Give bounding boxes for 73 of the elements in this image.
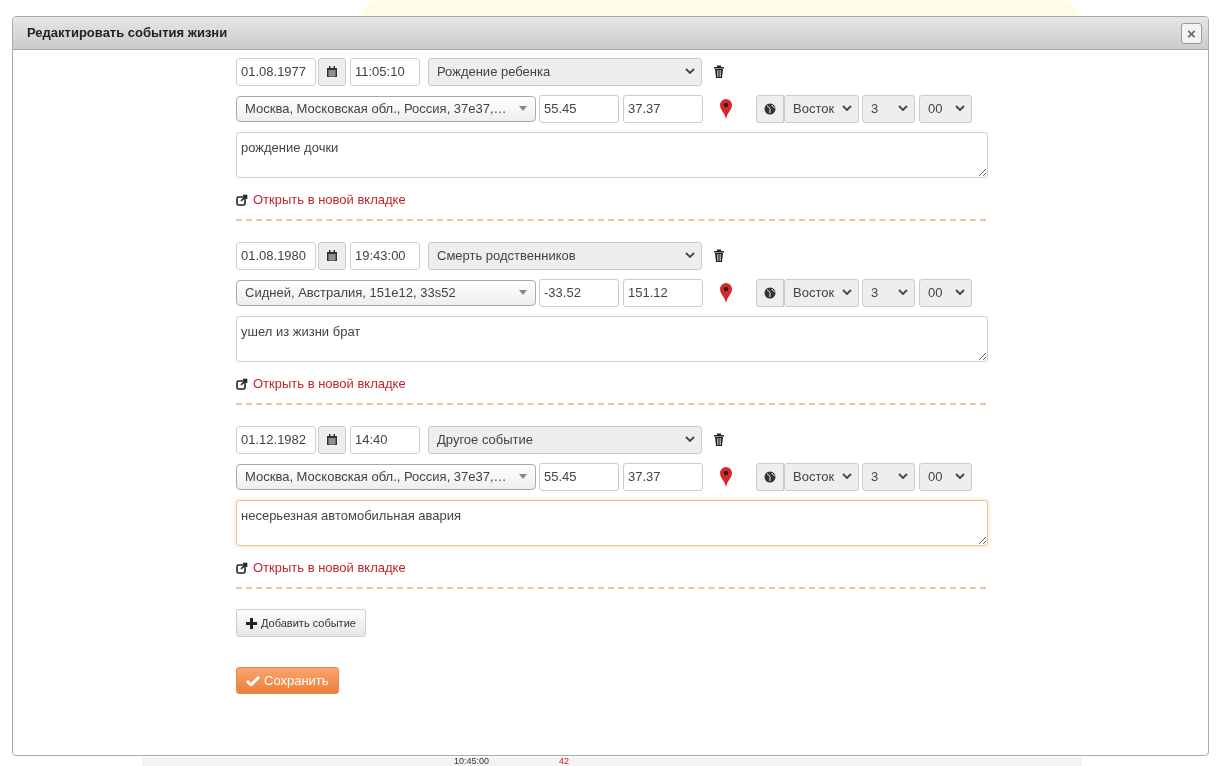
calendar-icon — [326, 65, 338, 78]
caret-icon — [519, 106, 527, 111]
longitude-field[interactable]: 37.37 — [623, 94, 703, 123]
trash-icon — [713, 65, 725, 78]
timezone-direction-select[interactable]: Восток — [784, 94, 859, 123]
trash-icon — [713, 433, 725, 446]
timezone-hours-select[interactable]: 3 — [862, 462, 915, 491]
chevron-down-icon — [955, 473, 965, 480]
timezone-minutes-select[interactable]: 00 — [919, 462, 972, 491]
open-in-new-tab-link[interactable]: Открыть в новой вкладке — [253, 190, 406, 210]
latitude-field[interactable]: 55.45 — [539, 462, 619, 491]
chevron-down-icon — [685, 252, 695, 259]
place-select[interactable]: Москва, Московская обл., Россия, 37e37,… — [236, 463, 536, 490]
time-field[interactable]: 11:05:10 — [350, 57, 420, 86]
timezone-minutes-select[interactable]: 00 — [919, 94, 972, 123]
add-event-button[interactable]: Добавить событие — [236, 609, 366, 637]
date-field[interactable]: 01.12.1982 — [236, 425, 316, 454]
event-type-select[interactable]: Смерть родственников — [428, 241, 702, 270]
chevron-down-icon — [685, 436, 695, 443]
external-link-icon — [236, 378, 248, 390]
place-select[interactable]: Москва, Московская обл., Россия, 37e37,… — [236, 95, 536, 122]
chevron-down-icon — [898, 289, 908, 296]
chevron-down-icon — [842, 105, 852, 112]
calendar-button[interactable] — [318, 57, 346, 86]
trash-icon — [713, 249, 725, 262]
map-pin-icon — [719, 466, 733, 487]
caret-icon — [519, 474, 527, 479]
open-in-new-tab-link[interactable]: Открыть в новой вкладке — [253, 374, 406, 394]
timezone-minutes-select[interactable]: 00 — [919, 278, 972, 307]
chevron-down-icon — [842, 289, 852, 296]
longitude-field[interactable]: 37.37 — [623, 462, 703, 491]
chevron-down-icon — [955, 289, 965, 296]
date-field[interactable]: 01.08.1977 — [236, 57, 316, 86]
timezone-hours-select[interactable]: 3 — [862, 278, 915, 307]
note-field[interactable]: несерьезная автомобильная авария — [236, 500, 988, 546]
open-in-new-tab-link[interactable]: Открыть в новой вкладке — [253, 558, 406, 578]
calendar-icon — [326, 249, 338, 262]
latitude-field[interactable]: 55.45 — [539, 94, 619, 123]
calendar-icon — [326, 433, 338, 446]
external-link-icon — [236, 194, 248, 206]
note-field[interactable]: рождение дочки — [236, 132, 988, 178]
event-type-select[interactable]: Рождение ребенка — [428, 57, 702, 86]
latitude-field[interactable]: -33.52 — [539, 278, 619, 307]
calendar-button[interactable] — [318, 425, 346, 454]
note-field[interactable]: ушел из жизни брат — [236, 316, 988, 362]
globe-icon — [756, 94, 784, 123]
place-select[interactable]: Сидней, Австралия, 151e12, 33s52 — [236, 279, 536, 306]
time-field[interactable]: 19:43:00 — [350, 241, 420, 270]
plus-icon — [246, 617, 257, 629]
timezone-hours-select[interactable]: 3 — [862, 94, 915, 123]
time-field[interactable]: 14:40 — [350, 425, 420, 454]
map-pin-icon — [719, 282, 733, 303]
chevron-down-icon — [955, 105, 965, 112]
dialog-title: Редактировать события жизни — [27, 24, 228, 43]
chevron-down-icon — [898, 473, 908, 480]
chevron-down-icon — [842, 473, 852, 480]
close-button[interactable]: × — [1181, 22, 1202, 44]
chevron-down-icon — [685, 68, 695, 75]
background-time: 10:45:00 — [454, 757, 490, 766]
caret-icon — [519, 290, 527, 295]
timezone-direction-select[interactable]: Восток — [784, 462, 859, 491]
chevron-down-icon — [898, 105, 908, 112]
event-type-select[interactable]: Другое событие — [428, 425, 702, 454]
map-pin-icon — [719, 98, 733, 119]
timezone-direction-select[interactable]: Восток — [784, 278, 859, 307]
background-count: 42 — [559, 757, 570, 766]
longitude-field[interactable]: 151.12 — [623, 278, 703, 307]
globe-icon — [756, 278, 784, 307]
checkmark-icon — [246, 675, 260, 686]
date-field[interactable]: 01.08.1980 — [236, 241, 316, 270]
calendar-button[interactable] — [318, 241, 346, 270]
globe-icon — [756, 462, 784, 491]
external-link-icon — [236, 562, 248, 574]
